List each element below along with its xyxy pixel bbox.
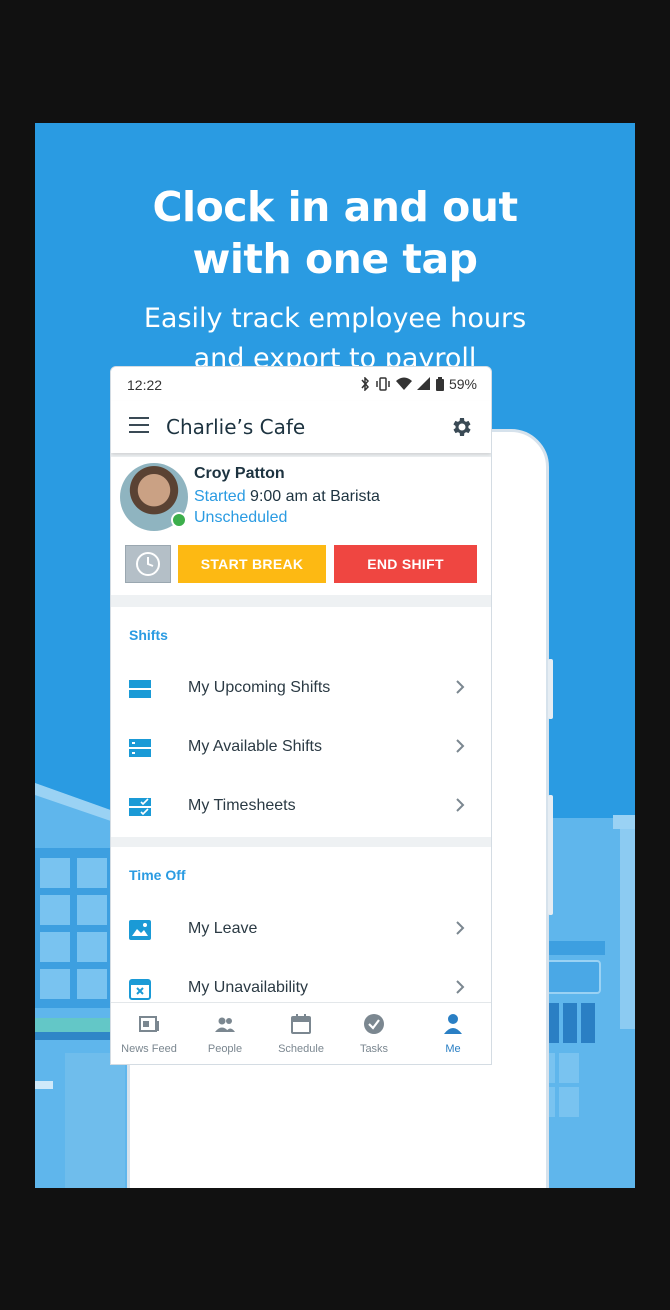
hamburger-menu-icon[interactable] xyxy=(129,417,149,433)
chevron-right-icon xyxy=(456,921,465,935)
list-item-label: My Upcoming Shifts xyxy=(188,679,331,696)
tab-people[interactable]: People xyxy=(187,1013,263,1055)
gear-icon[interactable] xyxy=(449,415,473,439)
tab-label: Schedule xyxy=(278,1043,324,1055)
battery-icon xyxy=(435,377,444,391)
leave-icon xyxy=(129,920,151,940)
list-item-available-shifts[interactable]: My Available Shifts xyxy=(111,719,491,777)
calendar-icon xyxy=(291,1014,311,1034)
tab-schedule[interactable]: Schedule xyxy=(263,1013,339,1055)
list-item-leave[interactable]: My Leave xyxy=(111,901,491,959)
online-status-dot xyxy=(171,512,187,528)
list-item-label: My Timesheets xyxy=(188,797,296,814)
headline-line-2: with one tap xyxy=(192,235,478,283)
phone-volume-button xyxy=(548,795,553,915)
chevron-right-icon xyxy=(456,739,465,753)
clock-icon xyxy=(136,552,160,576)
app-bar: Charlie’s Cafe xyxy=(111,401,491,453)
chevron-right-icon xyxy=(456,680,465,694)
people-icon xyxy=(215,1017,235,1032)
status-prefix: Started xyxy=(194,488,246,505)
section-title-time-off: Time Off xyxy=(129,867,186,883)
news-feed-icon xyxy=(139,1016,159,1032)
list-item-upcoming-shifts[interactable]: My Upcoming Shifts xyxy=(111,660,491,718)
check-circle-icon xyxy=(364,1014,384,1034)
signal-icon xyxy=(416,377,430,390)
tab-tasks[interactable]: Tasks xyxy=(336,1013,412,1055)
vibrate-icon xyxy=(376,377,390,391)
chevron-right-icon xyxy=(456,798,465,812)
phone-side-button xyxy=(548,659,553,719)
status-time: 12:22 xyxy=(127,377,163,393)
available-shifts-icon xyxy=(129,739,151,757)
shifts-section: Shifts My Upcoming Shifts My Available S… xyxy=(111,607,491,837)
tab-label: People xyxy=(207,1043,243,1055)
upcoming-shifts-icon xyxy=(129,680,151,698)
tab-label: News Feed xyxy=(121,1043,177,1055)
app-title: Charlie’s Cafe xyxy=(166,415,306,439)
employee-name: Croy Patton xyxy=(194,465,285,482)
list-item-label: My Leave xyxy=(188,920,258,937)
app-screen: 12:22 59% Charlie’s Cafe Croy Patton Sta… xyxy=(110,366,492,1065)
status-detail: 9:00 am at Barista xyxy=(245,488,380,505)
tab-label: Me xyxy=(445,1043,461,1055)
chevron-right-icon xyxy=(456,980,465,994)
timesheets-icon xyxy=(129,798,151,816)
tab-news-feed[interactable]: News Feed xyxy=(111,1013,187,1055)
bottom-tab-bar: News Feed People Schedule Tasks Me xyxy=(111,1002,491,1064)
start-break-button[interactable]: START BREAK xyxy=(178,545,326,583)
list-item-timesheets[interactable]: My Timesheets xyxy=(111,778,491,836)
subline-line-1: Easily track employee hours xyxy=(143,303,527,334)
unavailability-icon xyxy=(129,979,151,1000)
clock-card: Croy Patton Started 9:00 am at Barista U… xyxy=(111,457,491,595)
section-title-shifts: Shifts xyxy=(129,627,168,643)
list-item-label: My Unavailability xyxy=(188,979,309,996)
battery-percent: 59% xyxy=(448,376,477,392)
timesheet-clock-button[interactable] xyxy=(125,545,171,583)
bluetooth-icon xyxy=(361,377,369,391)
end-shift-button[interactable]: END SHIFT xyxy=(334,545,477,583)
status-bar: 12:22 59% xyxy=(111,367,491,401)
list-item-label: My Available Shifts xyxy=(188,738,322,755)
promo-headline: Clock in and out with one tap xyxy=(35,181,635,285)
shift-status: Started 9:00 am at Barista xyxy=(194,488,380,506)
schedule-status: Unscheduled xyxy=(194,509,288,526)
headline-line-1: Clock in and out xyxy=(152,183,518,231)
status-icons: 59% xyxy=(360,376,477,392)
tab-me[interactable]: Me xyxy=(415,1013,491,1055)
person-icon xyxy=(444,1014,462,1034)
wifi-icon xyxy=(395,377,412,390)
tab-label: Tasks xyxy=(359,1043,389,1055)
